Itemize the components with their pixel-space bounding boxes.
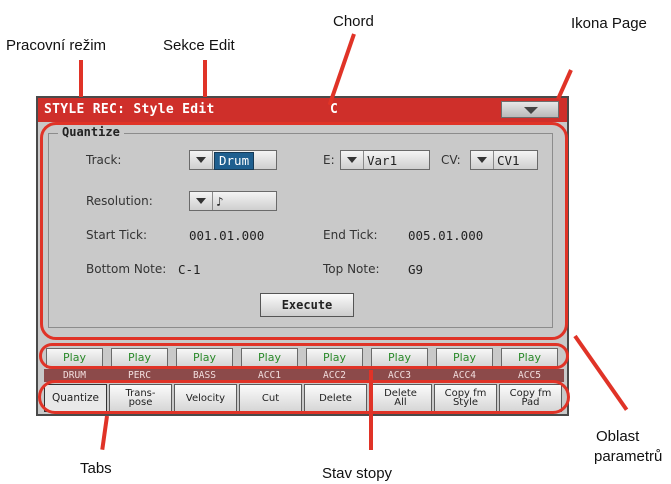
mode-title: STYLE REC: Style Edit	[44, 102, 215, 117]
callout-mode: Pracovní režim	[6, 37, 107, 54]
callout-param-area-2: parametrů	[594, 448, 663, 465]
tabs-highlight	[38, 380, 570, 414]
header-bar: STYLE REC: Style Edit C	[38, 98, 567, 122]
pointer-line-edit-section	[203, 60, 207, 97]
track-status-highlight	[39, 343, 569, 369]
parameter-area-highlight	[40, 122, 568, 340]
pointer-line-chord	[327, 33, 356, 106]
callout-edit-section: Sekce Edit	[163, 37, 235, 54]
page-menu-button[interactable]	[501, 101, 559, 118]
callout-track-status: Stav stopy	[322, 465, 393, 482]
callout-page-icon: Ikona Page	[571, 15, 647, 32]
pointer-line-tabs	[100, 415, 109, 450]
pointer-line-param-area	[573, 334, 629, 411]
callout-tabs: Tabs	[80, 460, 112, 477]
callout-chord: Chord	[333, 13, 374, 30]
pointer-line-track-status	[369, 370, 373, 450]
callout-param-area-1: Oblast	[596, 428, 640, 445]
triangle-down-icon	[524, 107, 538, 114]
pointer-line-mode	[79, 60, 83, 97]
